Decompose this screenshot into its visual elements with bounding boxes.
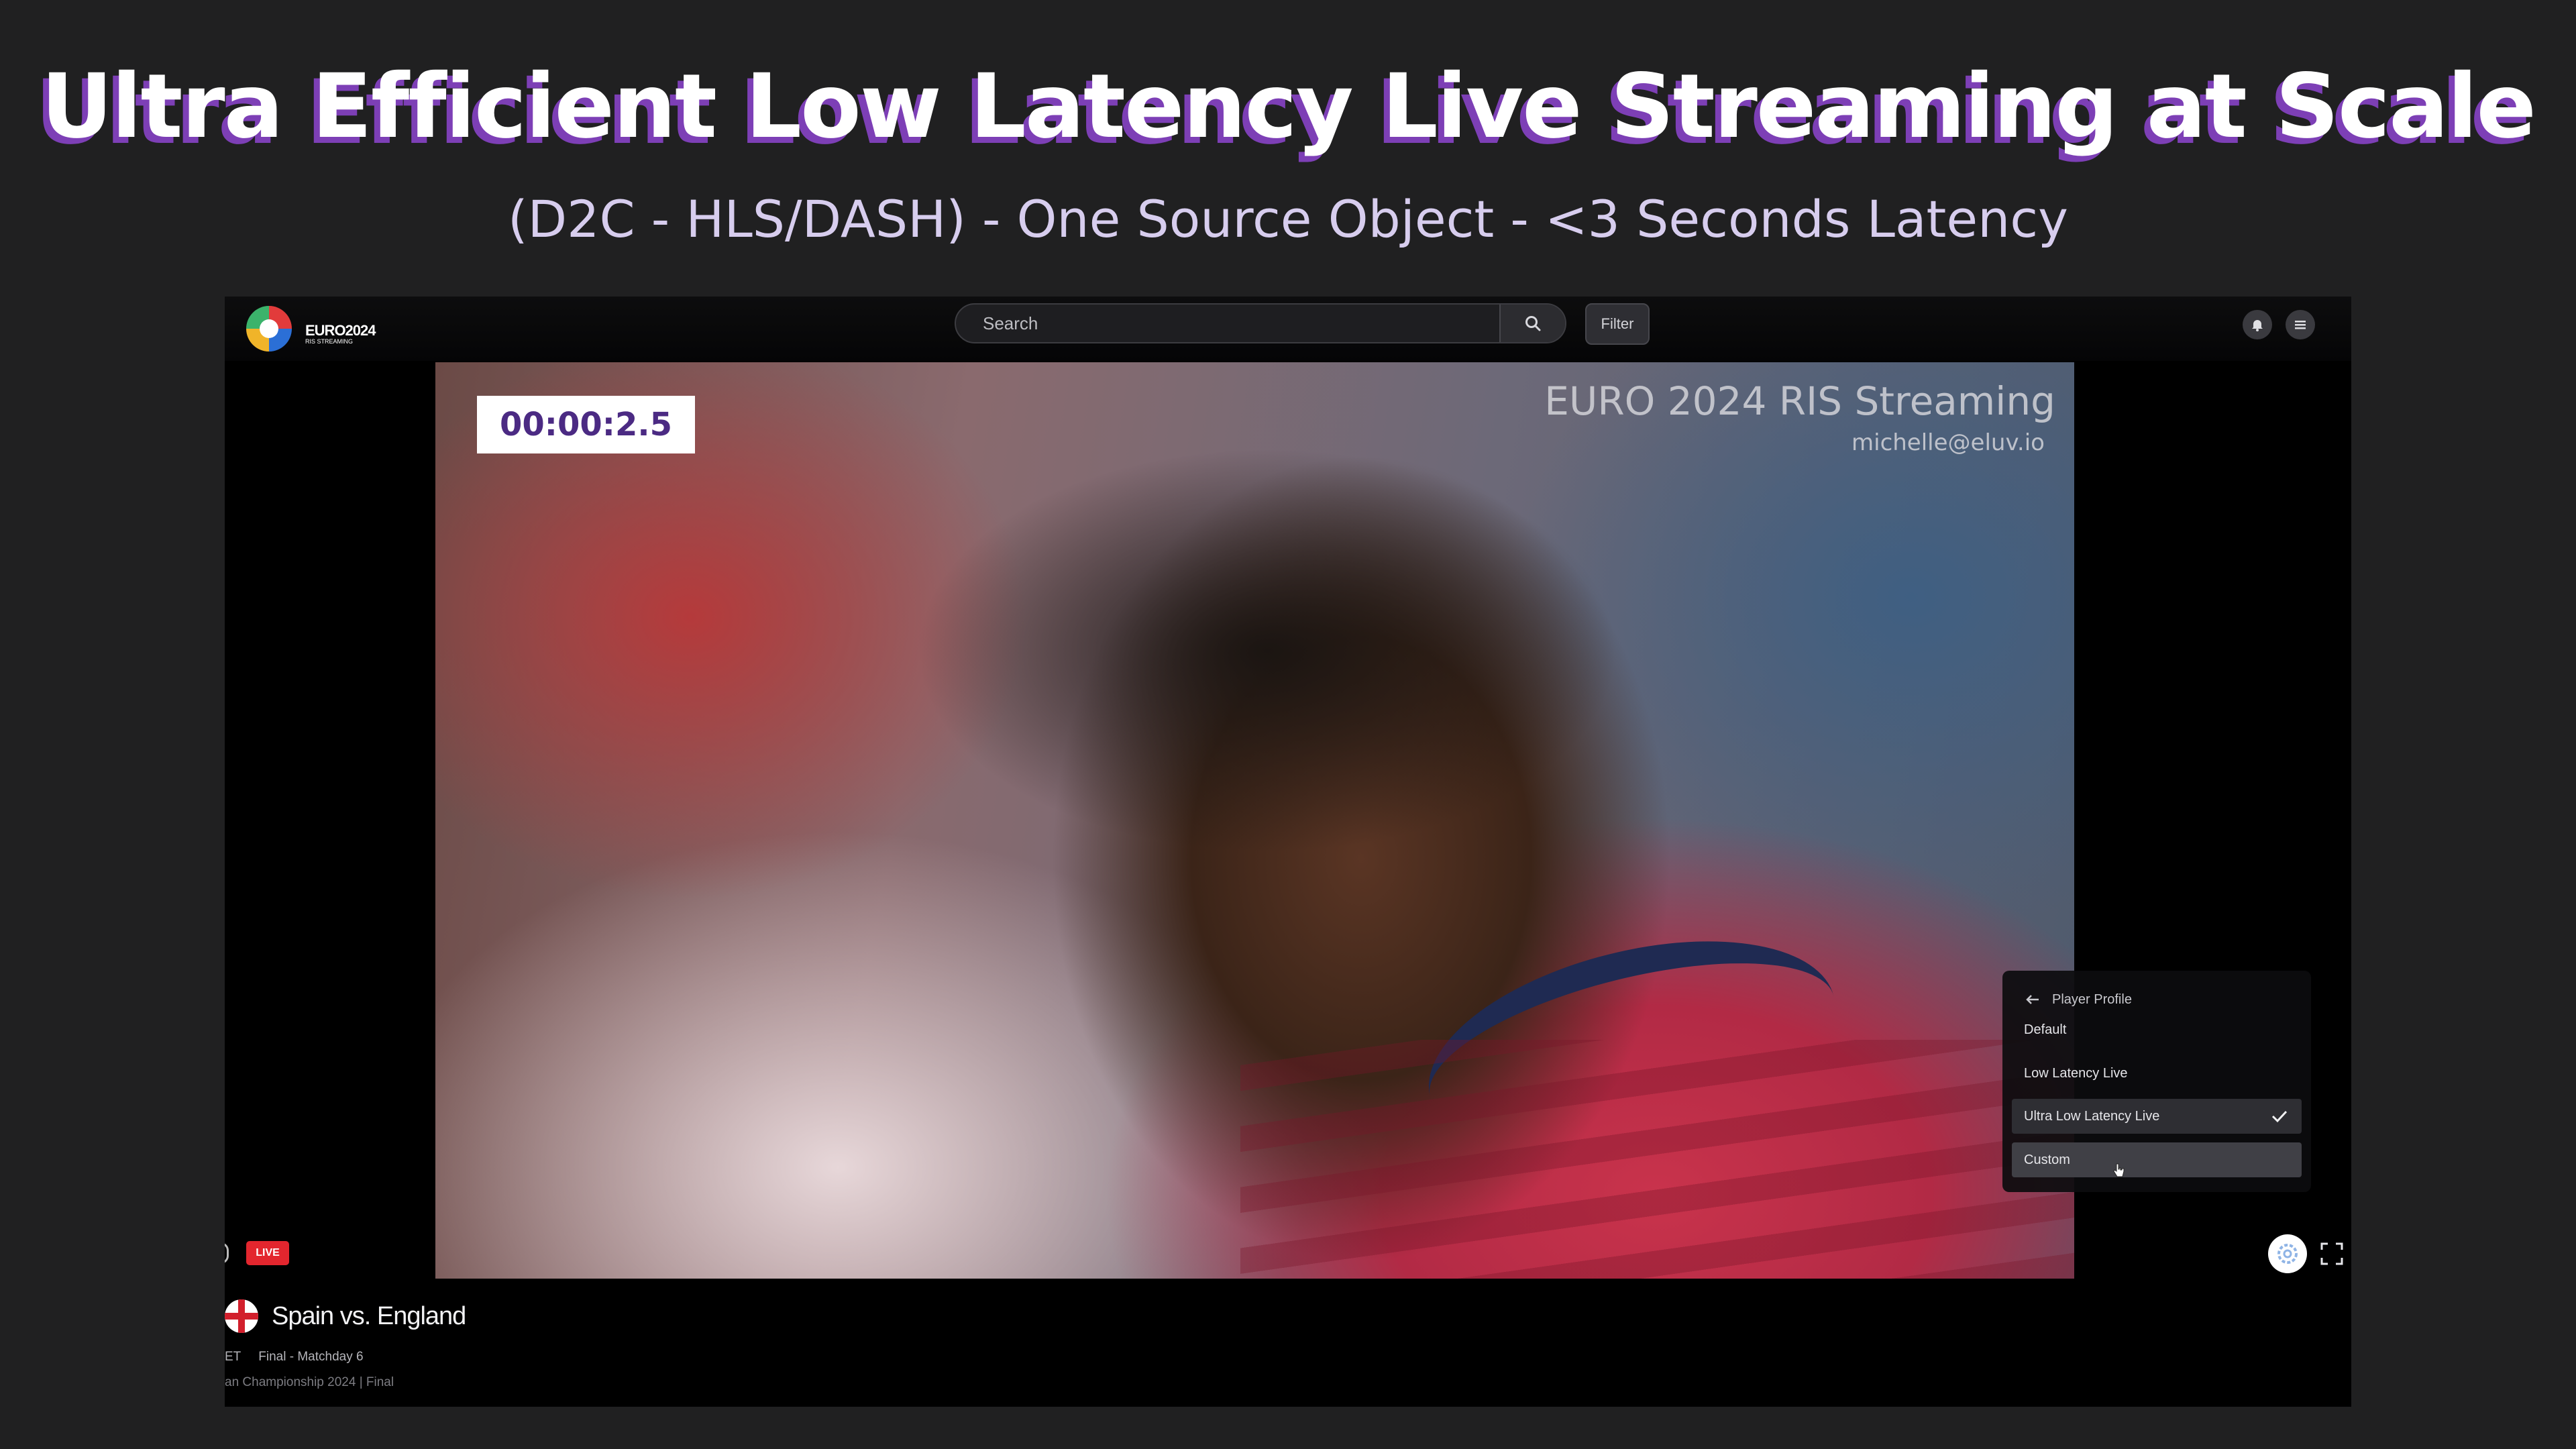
- top-bar: EURO2024 RIS STREAMING Filter: [225, 297, 2351, 361]
- menu-item-label: Low Latency Live: [2024, 1065, 2128, 1081]
- menu-header-label: Player Profile: [2052, 991, 2132, 1007]
- search-bar: [955, 303, 1566, 343]
- logo-wordmark: EURO2024: [305, 322, 376, 339]
- england-flag-icon: [225, 1299, 258, 1333]
- match-meta: ET Final - Matchday 6: [225, 1350, 364, 1364]
- filter-button[interactable]: Filter: [1585, 303, 1650, 345]
- settings-button[interactable]: [2268, 1234, 2307, 1273]
- video-frame-detail: [1240, 1040, 2074, 1279]
- menu-item-custom[interactable]: Custom: [2012, 1142, 2302, 1177]
- arrow-left-icon: [2026, 995, 2039, 1004]
- hand-cursor-icon: [2113, 1163, 2125, 1177]
- match-round: Final - Matchday 6: [258, 1350, 364, 1364]
- search-input[interactable]: [956, 305, 1499, 342]
- video-player[interactable]: 00:00:2.5 EURO 2024 RIS Streaming michel…: [435, 362, 2074, 1279]
- fullscreen-icon: [2320, 1242, 2343, 1265]
- menu-item-label: Ultra Low Latency Live: [2024, 1108, 2160, 1124]
- bell-icon: [2252, 320, 2263, 331]
- fullscreen-button[interactable]: [2316, 1238, 2347, 1269]
- watermark-title: EURO 2024 RIS Streaming: [1544, 378, 2055, 424]
- menu-item-ultra-low-latency-live[interactable]: Ultra Low Latency Live: [2012, 1099, 2302, 1134]
- subheadline: (D2C - HLS/DASH) - One Source Object - <…: [507, 189, 2068, 249]
- search-button[interactable]: [1499, 305, 1565, 342]
- match-competition: an Championship 2024 | Final: [225, 1375, 394, 1389]
- menu-back-button[interactable]: Player Profile: [2025, 989, 2132, 1010]
- menu-item-default[interactable]: Default: [2012, 1012, 2302, 1047]
- match-time: ET: [225, 1350, 241, 1364]
- slide: Ultra Efficient Low Latency Live Streami…: [0, 0, 2576, 1449]
- gear-icon: [2277, 1244, 2298, 1264]
- player-profile-menu: Player Profile Default Low Latency Live …: [2002, 971, 2311, 1192]
- euro2024-logo[interactable]: EURO2024 RIS STREAMING: [241, 301, 388, 357]
- play-button[interactable]: [225, 1242, 229, 1264]
- latency-timer: 00:00:2.5: [477, 396, 695, 453]
- menu-item-label: Default: [2024, 1022, 2067, 1037]
- checkmark-icon: [2271, 1110, 2288, 1123]
- menu-item-low-latency-live[interactable]: Low Latency Live: [2012, 1056, 2302, 1091]
- headline: Ultra Efficient Low Latency Live Streami…: [41, 55, 2536, 158]
- match-title: Spain vs. England: [272, 1301, 466, 1330]
- menu-item-label: Custom: [2024, 1152, 2070, 1167]
- search-icon: [1525, 316, 1541, 331]
- watermark-user: michelle@eluv.io: [1851, 429, 2045, 456]
- euro2024-logo-icon: [246, 306, 292, 352]
- menu-button[interactable]: [2286, 310, 2315, 339]
- streaming-app-window: EURO2024 RIS STREAMING Filter: [225, 297, 2351, 1407]
- notifications-button[interactable]: [2243, 310, 2272, 339]
- live-badge: LIVE: [246, 1241, 289, 1265]
- menu-icon: [2295, 321, 2306, 329]
- logo-tagline: RIS STREAMING: [305, 338, 354, 345]
- match-title-row: Spain vs. England: [225, 1296, 466, 1336]
